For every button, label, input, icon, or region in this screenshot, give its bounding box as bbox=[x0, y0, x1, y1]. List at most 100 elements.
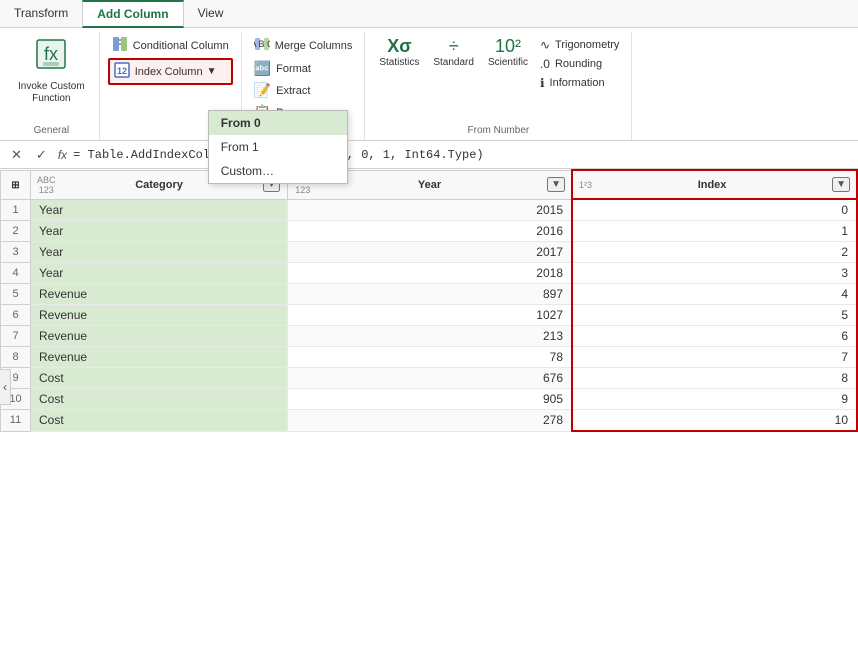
invoke-custom-function-button[interactable]: fx Invoke CustomFunction bbox=[12, 34, 91, 109]
index-filter-button[interactable]: ▼ bbox=[832, 177, 850, 192]
statistics-button[interactable]: Χσ Statistics bbox=[373, 34, 425, 70]
row-number: 3 bbox=[1, 242, 31, 263]
svg-text:A B C: A B C bbox=[254, 39, 270, 49]
conditional-column-button[interactable]: Conditional Column bbox=[108, 34, 233, 57]
column-items: Conditional Column 12 Index Column bbox=[108, 34, 233, 134]
table-row: 4Year20183 bbox=[1, 263, 858, 284]
year-cell: 2015 bbox=[287, 199, 572, 221]
ribbon-content: fx Invoke CustomFunction General bbox=[0, 28, 858, 140]
table-row: 7Revenue2136 bbox=[1, 326, 858, 347]
index-cell: 4 bbox=[572, 284, 857, 305]
information-button[interactable]: ℹ Information bbox=[536, 74, 623, 92]
row-number: 6 bbox=[1, 305, 31, 326]
table-row: 3Year20172 bbox=[1, 242, 858, 263]
dropdown-custom[interactable]: Custom… bbox=[209, 159, 347, 183]
general-items: fx Invoke CustomFunction bbox=[12, 34, 91, 123]
standard-button[interactable]: ÷ Standard bbox=[427, 34, 480, 70]
from-number-label: From Number bbox=[468, 123, 530, 138]
row-number: 5 bbox=[1, 284, 31, 305]
year-cell: 278 bbox=[287, 410, 572, 432]
tab-view[interactable]: View bbox=[184, 0, 238, 27]
category-cell: Revenue bbox=[31, 347, 288, 368]
formula-cancel-button[interactable]: ✕ bbox=[6, 146, 27, 164]
year-cell: 2018 bbox=[287, 263, 572, 284]
index-column-button[interactable]: 12 Index Column ▼ bbox=[108, 58, 233, 85]
category-col-label: Category bbox=[135, 179, 183, 191]
info-icon: ℹ bbox=[540, 76, 545, 90]
year-filter-button[interactable]: ▼ bbox=[547, 177, 565, 192]
category-cell: Revenue bbox=[31, 284, 288, 305]
category-cell: Year bbox=[31, 263, 288, 284]
index-cell: 3 bbox=[572, 263, 857, 284]
year-cell: 2017 bbox=[287, 242, 572, 263]
index-column-label: Index Column bbox=[135, 66, 203, 78]
year-cell: 1027 bbox=[287, 305, 572, 326]
category-cell: Year bbox=[31, 221, 288, 242]
index-cell: 6 bbox=[572, 326, 857, 347]
index-cell: 5 bbox=[572, 305, 857, 326]
table-row: 9Cost6768 bbox=[1, 368, 858, 389]
table-area[interactable]: ⊞ ABC123 Category ▼ ABC123 bbox=[0, 169, 858, 646]
rounding-button[interactable]: .0 Rounding bbox=[536, 55, 623, 73]
extract-button[interactable]: 📝 Extract bbox=[250, 80, 357, 101]
table-row: 8Revenue787 bbox=[1, 347, 858, 368]
row-number: 7 bbox=[1, 326, 31, 347]
category-cell: Year bbox=[31, 242, 288, 263]
index-cell: 8 bbox=[572, 368, 857, 389]
invoke-label: Invoke CustomFunction bbox=[18, 81, 85, 105]
format-button[interactable]: 🔤 Format bbox=[250, 58, 357, 79]
row-number: 2 bbox=[1, 221, 31, 242]
category-cell: Cost bbox=[31, 389, 288, 410]
conditional-column-label: Conditional Column bbox=[133, 40, 229, 52]
general-label: General bbox=[34, 123, 70, 138]
ribbon: Transform Add Column View fx Invoke Cust… bbox=[0, 0, 858, 141]
index-col-label: Index bbox=[698, 179, 727, 191]
standard-icon: ÷ bbox=[449, 36, 459, 57]
index-dropdown-menu: From 0 From 1 Custom… bbox=[208, 110, 348, 184]
table-row: 2Year20161 bbox=[1, 221, 858, 242]
svg-text:fx: fx bbox=[44, 44, 58, 64]
group-columns: Conditional Column 12 Index Column bbox=[100, 32, 242, 140]
trigonometry-button[interactable]: ∿ Trigonometry bbox=[536, 36, 623, 54]
group-from-number: Χσ Statistics ÷ Standard 10² Scientific … bbox=[365, 32, 632, 140]
category-cell: Cost bbox=[31, 410, 288, 432]
from-number-items: Χσ Statistics ÷ Standard 10² Scientific … bbox=[373, 34, 623, 123]
row-number: 11 bbox=[1, 410, 31, 432]
rounding-label: Rounding bbox=[555, 58, 602, 70]
index-column-arrow[interactable]: ▼ bbox=[207, 66, 217, 77]
row-number: 4 bbox=[1, 263, 31, 284]
year-cell: 905 bbox=[287, 389, 572, 410]
year-col-label: Year bbox=[418, 179, 441, 191]
standard-label: Standard bbox=[433, 57, 474, 68]
dropdown-from1[interactable]: From 1 bbox=[209, 135, 347, 159]
dropdown-from0[interactable]: From 0 bbox=[209, 111, 347, 135]
extract-label: Extract bbox=[276, 85, 310, 97]
category-cell: Cost bbox=[31, 368, 288, 389]
conditional-column-icon bbox=[112, 36, 128, 55]
year-cell: 897 bbox=[287, 284, 572, 305]
tab-transform[interactable]: Transform bbox=[0, 0, 82, 27]
format-icon: 🔤 bbox=[254, 60, 271, 77]
merge-columns-button[interactable]: A B C Merge Columns bbox=[250, 34, 357, 57]
row-num-header: ⊞ bbox=[1, 170, 31, 199]
sidebar-toggle-button[interactable]: ‹ bbox=[0, 369, 11, 405]
column-buttons: Conditional Column 12 Index Column bbox=[108, 34, 233, 85]
group-general: fx Invoke CustomFunction General bbox=[4, 32, 100, 140]
tab-add-column[interactable]: Add Column bbox=[82, 0, 183, 28]
index-cell: 9 bbox=[572, 389, 857, 410]
category-type-icon: ABC123 bbox=[37, 175, 56, 195]
scientific-button[interactable]: 10² Scientific bbox=[482, 34, 534, 70]
index-cell: 0 bbox=[572, 199, 857, 221]
content-area: ‹ ⊞ ABC123 Category ▼ bbox=[0, 169, 858, 646]
index-cell: 2 bbox=[572, 242, 857, 263]
formula-confirm-button[interactable]: ✓ bbox=[31, 146, 52, 164]
row-number: 8 bbox=[1, 347, 31, 368]
trig-label: Trigonometry bbox=[555, 39, 619, 51]
formula-fx-label: fx bbox=[58, 148, 67, 162]
main-content: ⊞ ABC123 Category ▼ ABC123 bbox=[0, 169, 858, 646]
table-row: 6Revenue10275 bbox=[1, 305, 858, 326]
extract-icon: 📝 bbox=[254, 82, 271, 99]
index-cell: 1 bbox=[572, 221, 857, 242]
year-cell: 676 bbox=[287, 368, 572, 389]
formula-bar-buttons: ✕ ✓ bbox=[6, 146, 52, 164]
